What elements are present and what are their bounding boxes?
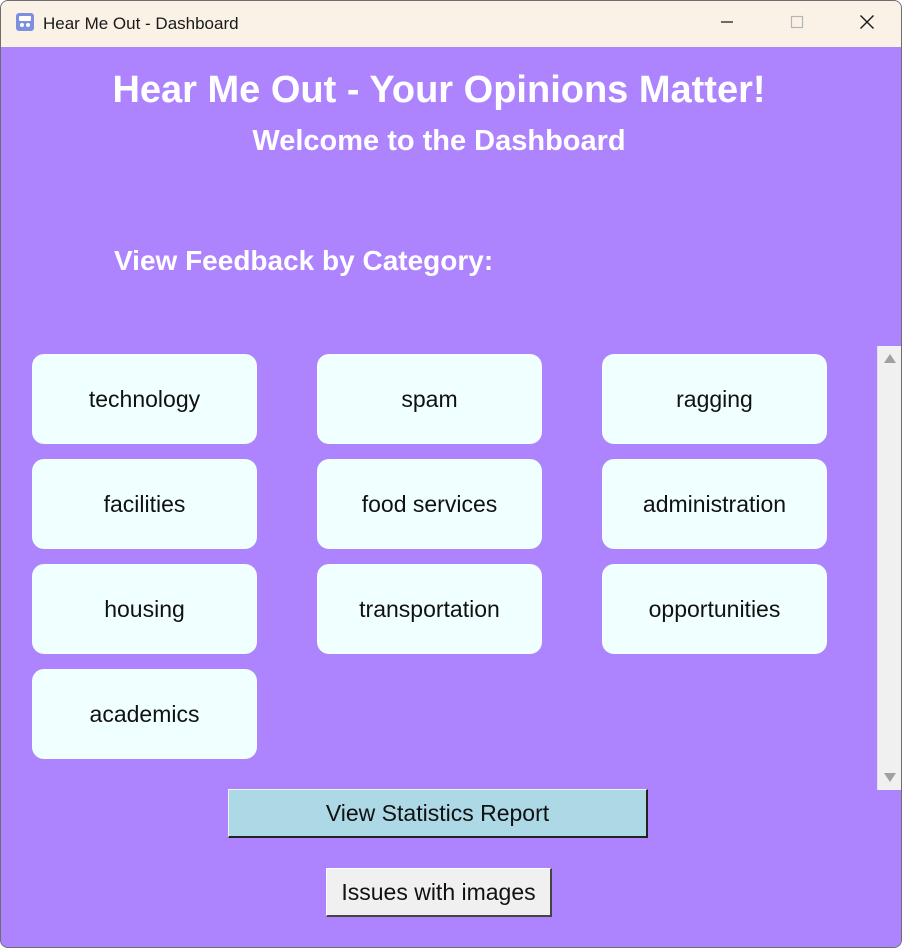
close-icon bbox=[859, 14, 875, 35]
scroll-down-arrow-icon[interactable] bbox=[884, 773, 896, 782]
minimize-icon bbox=[720, 15, 734, 34]
window-title: Hear Me Out - Dashboard bbox=[43, 14, 239, 33]
category-button-administration[interactable]: administration bbox=[602, 459, 827, 549]
category-button-facilities[interactable]: facilities bbox=[32, 459, 257, 549]
maximize-button[interactable] bbox=[769, 1, 825, 47]
app-window: Hear Me Out - Dashboard Hear Me Out - Yo… bbox=[0, 0, 902, 948]
category-heading: View Feedback by Category: bbox=[114, 245, 494, 276]
vertical-scrollbar[interactable] bbox=[877, 346, 901, 790]
page-subtitle: Welcome to the Dashboard bbox=[252, 125, 626, 157]
page-title: Hear Me Out - Your Opinions Matter! bbox=[112, 69, 766, 111]
issues-with-images-button[interactable]: Issues with images bbox=[326, 868, 552, 917]
category-button-opportunities[interactable]: opportunities bbox=[602, 564, 827, 654]
app-icon bbox=[15, 12, 35, 32]
view-statistics-button[interactable]: View Statistics Report bbox=[228, 789, 648, 838]
category-button-transportation[interactable]: transportation bbox=[317, 564, 542, 654]
dashboard-content: Hear Me Out - Your Opinions Matter! Welc… bbox=[1, 47, 901, 947]
category-button-technology[interactable]: technology bbox=[32, 354, 257, 444]
category-button-food-services[interactable]: food services bbox=[317, 459, 542, 549]
category-button-academics[interactable]: academics bbox=[32, 669, 257, 759]
minimize-button[interactable] bbox=[699, 1, 755, 47]
title-bar[interactable]: Hear Me Out - Dashboard bbox=[1, 1, 901, 47]
category-button-housing[interactable]: housing bbox=[32, 564, 257, 654]
maximize-icon bbox=[790, 15, 804, 34]
close-button[interactable] bbox=[839, 1, 895, 47]
category-button-ragging[interactable]: ragging bbox=[602, 354, 827, 444]
scroll-up-arrow-icon[interactable] bbox=[884, 354, 896, 363]
category-button-spam[interactable]: spam bbox=[317, 354, 542, 444]
